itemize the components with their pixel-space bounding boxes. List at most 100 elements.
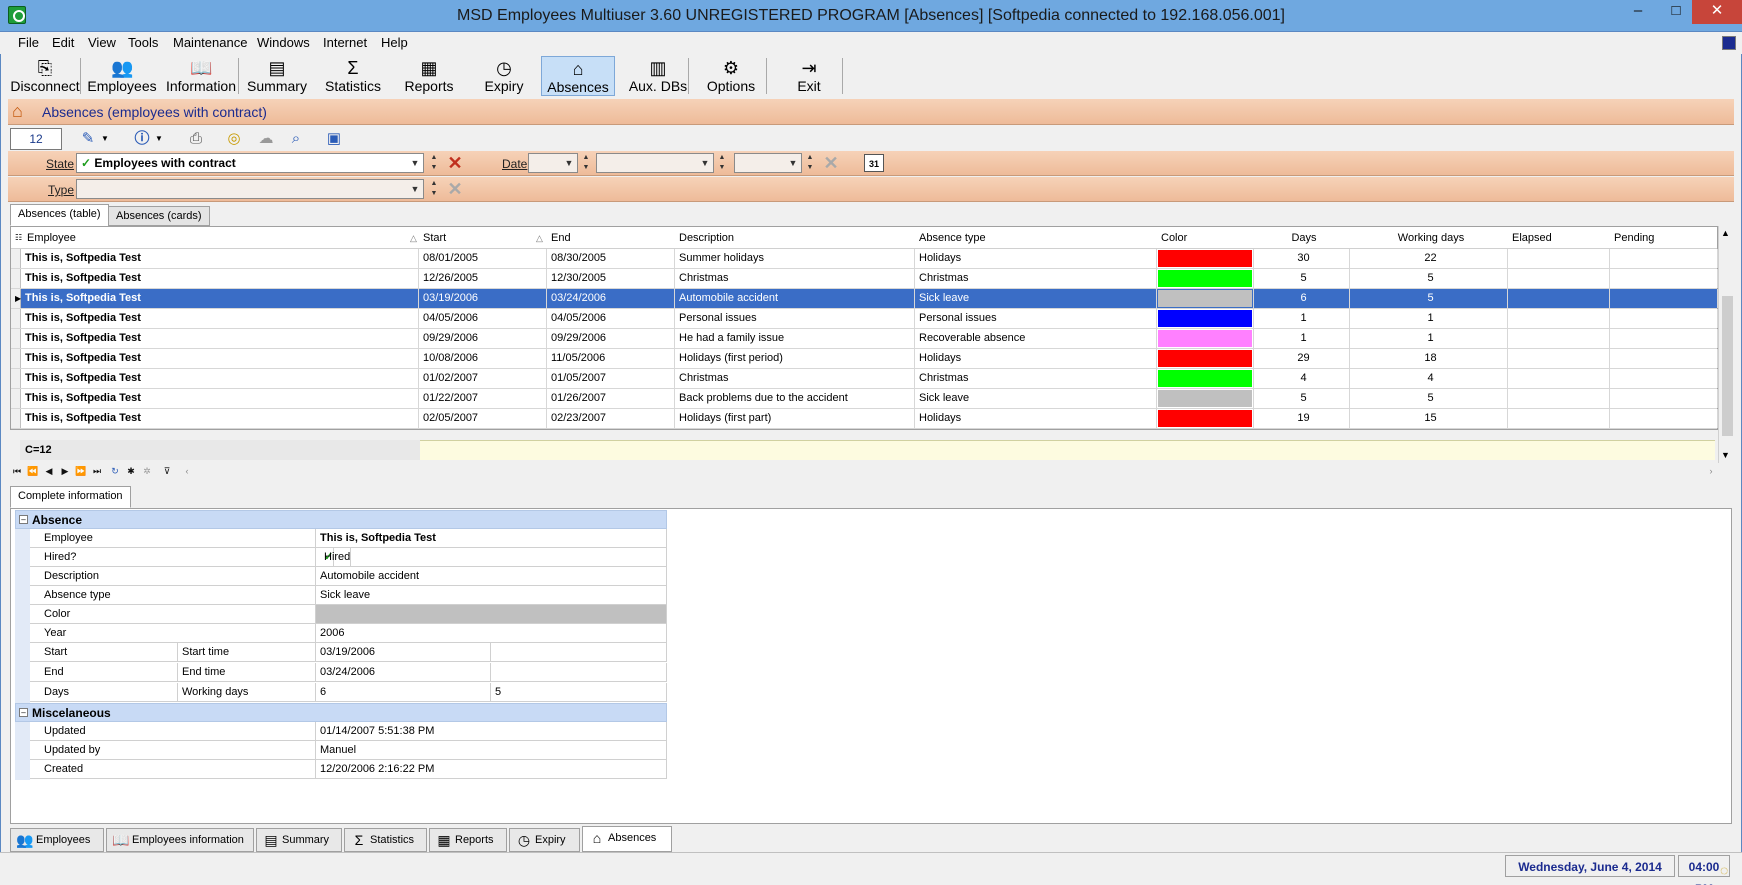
cell-days[interactable]: 29 [1254, 349, 1350, 368]
tab-complete-information[interactable]: Complete information [10, 486, 131, 508]
cell-type[interactable]: Holidays [915, 349, 1157, 368]
property-value[interactable]: ✓ Hired [316, 548, 667, 566]
column-header-working-days[interactable]: Working days [1350, 227, 1508, 249]
cell-working[interactable]: 5 [1350, 389, 1508, 408]
cell-description[interactable]: Holidays (first period) [675, 349, 915, 368]
cell-employee[interactable]: This is, Softpedia Test [21, 389, 419, 408]
cell-color[interactable] [1157, 349, 1254, 368]
toolbar-summary-button[interactable]: ▤ Summary [240, 56, 314, 96]
bottom-tab-employees-information[interactable]: 📖 Employees information [106, 828, 254, 852]
cell-working[interactable]: 22 [1350, 249, 1508, 268]
cell-end[interactable]: 03/24/2006 [547, 289, 675, 308]
first-record-icon[interactable]: ⏮ [10, 463, 24, 479]
table-row[interactable]: This is, Softpedia Test 09/29/2006 09/29/2… [11, 329, 1718, 349]
cell-end[interactable]: 02/23/2007 [547, 409, 675, 428]
toolbar-aux-dbs-button[interactable]: ▥ Aux. DBs [621, 56, 695, 96]
property-value[interactable]: 12/20/2006 2:16:22 PM [316, 760, 667, 778]
table-row[interactable]: This is, Softpedia Test 02/05/2007 02/23/2… [11, 409, 1718, 429]
cell-employee[interactable]: This is, Softpedia Test [21, 249, 419, 268]
cell-working[interactable]: 15 [1350, 409, 1508, 428]
cell-type[interactable]: Sick leave [915, 289, 1157, 308]
next-page-icon[interactable]: ⏩ [74, 463, 88, 479]
cell-pending[interactable] [1610, 369, 1718, 388]
menu-edit[interactable]: Edit [52, 35, 74, 50]
clear-date-button[interactable]: ✕ [820, 153, 842, 173]
absence-section[interactable]: – Absence [15, 510, 667, 529]
refresh-icon[interactable]: ↻ [108, 463, 122, 479]
cell-working[interactable]: 18 [1350, 349, 1508, 368]
cell-working[interactable]: 5 [1350, 269, 1508, 288]
toolbar-statistics-button[interactable]: Σ Statistics [316, 56, 390, 96]
column-header-employee[interactable]: Employee [23, 227, 431, 249]
column-header-absence-type[interactable]: Absence type [915, 227, 1157, 249]
property-value[interactable]: 03/19/2006 [316, 643, 491, 661]
property-value[interactable]: Manuel [316, 741, 667, 759]
bottom-tab-reports[interactable]: ▦ Reports [429, 828, 507, 852]
table-row[interactable]: This is, Softpedia Test 04/05/2006 04/05/2… [11, 309, 1718, 329]
type-spinner[interactable]: ▲ ▼ [428, 179, 440, 199]
cell-description[interactable]: Christmas [675, 269, 915, 288]
cell-type[interactable]: Sick leave [915, 389, 1157, 408]
cell-days[interactable]: 1 [1254, 329, 1350, 348]
cell-pending[interactable] [1610, 409, 1718, 428]
cell-employee[interactable]: This is, Softpedia Test [21, 309, 419, 328]
cell-start[interactable]: 01/22/2007 [419, 389, 547, 408]
cell-end[interactable]: 08/30/2005 [547, 249, 675, 268]
cell-elapsed[interactable] [1508, 309, 1610, 328]
menu-internet[interactable]: Internet [323, 35, 367, 50]
cloud-icon[interactable]: ☁ [254, 128, 278, 150]
cell-elapsed[interactable] [1508, 249, 1610, 268]
table-row[interactable]: This is, Softpedia Test 10/08/2006 11/05/2… [11, 349, 1718, 369]
scroll-up-icon[interactable]: ▲ [1721, 228, 1730, 238]
table-row[interactable]: This is, Softpedia Test 12/26/2005 12/30/2… [11, 269, 1718, 289]
cell-days[interactable]: 5 [1254, 389, 1350, 408]
property-value[interactable]: Automobile accident [316, 567, 667, 585]
cell-type[interactable]: Christmas [915, 269, 1157, 288]
cell-color[interactable] [1157, 269, 1254, 288]
bottom-tab-summary[interactable]: ▤ Summary [256, 828, 342, 852]
cell-type[interactable]: Holidays [915, 249, 1157, 268]
post-icon[interactable]: ✲ [140, 463, 154, 479]
date-to-combo[interactable]: ▼ [734, 153, 802, 173]
cell-color[interactable] [1157, 309, 1254, 328]
next-record-icon[interactable]: ▶ [58, 463, 72, 479]
scroll-down-icon[interactable]: ▼ [1721, 450, 1730, 460]
info-icon[interactable]: ⓘ [130, 128, 154, 150]
collapse-icon[interactable]: – [19, 515, 28, 524]
cell-description[interactable]: Automobile accident [675, 289, 915, 308]
window-layout-icon[interactable]: ▣ [322, 128, 346, 150]
edit-dropdown-icon[interactable]: ▼ [98, 128, 112, 150]
column-header-color[interactable]: Color [1157, 227, 1254, 249]
property-value[interactable] [491, 663, 667, 681]
maximize-button[interactable]: □ [1656, 0, 1696, 24]
state-spinner[interactable]: ▲ ▼ [428, 153, 440, 173]
property-value[interactable]: 5 [491, 683, 667, 701]
column-header-description[interactable]: Description [675, 227, 915, 249]
cell-color[interactable] [1157, 389, 1254, 408]
cell-type[interactable]: Personal issues [915, 309, 1157, 328]
cell-description[interactable]: Christmas [675, 369, 915, 388]
cell-pending[interactable] [1610, 349, 1718, 368]
filter-icon[interactable]: ⊽ [160, 463, 174, 479]
cell-employee[interactable]: This is, Softpedia Test [21, 289, 419, 308]
cell-color[interactable] [1157, 369, 1254, 388]
date-operator-spinner[interactable]: ▲ ▼ [580, 153, 592, 173]
column-header-days[interactable]: Days [1254, 227, 1350, 249]
tab-absences-table[interactable]: Absences (table) [10, 204, 109, 226]
cell-end[interactable]: 12/30/2005 [547, 269, 675, 288]
info-dropdown-icon[interactable]: ▼ [152, 128, 166, 150]
cell-employee[interactable]: This is, Softpedia Test [21, 349, 419, 368]
cell-color[interactable] [1157, 409, 1254, 428]
cell-pending[interactable] [1610, 309, 1718, 328]
property-value[interactable]: 2006 [316, 624, 667, 642]
cell-days[interactable]: 1 [1254, 309, 1350, 328]
record-count-box[interactable]: 12 [10, 128, 62, 150]
cell-employee[interactable]: This is, Softpedia Test [21, 329, 419, 348]
table-row[interactable]: This is, Softpedia Test 01/22/2007 01/26/2… [11, 389, 1718, 409]
cell-employee[interactable]: This is, Softpedia Test [21, 409, 419, 428]
cell-employee[interactable]: This is, Softpedia Test [21, 269, 419, 288]
date-from-combo[interactable]: ▼ [596, 153, 714, 173]
cell-description[interactable]: Personal issues [675, 309, 915, 328]
prior-page-icon[interactable]: ⏪ [26, 463, 40, 479]
cell-working[interactable]: 1 [1350, 309, 1508, 328]
